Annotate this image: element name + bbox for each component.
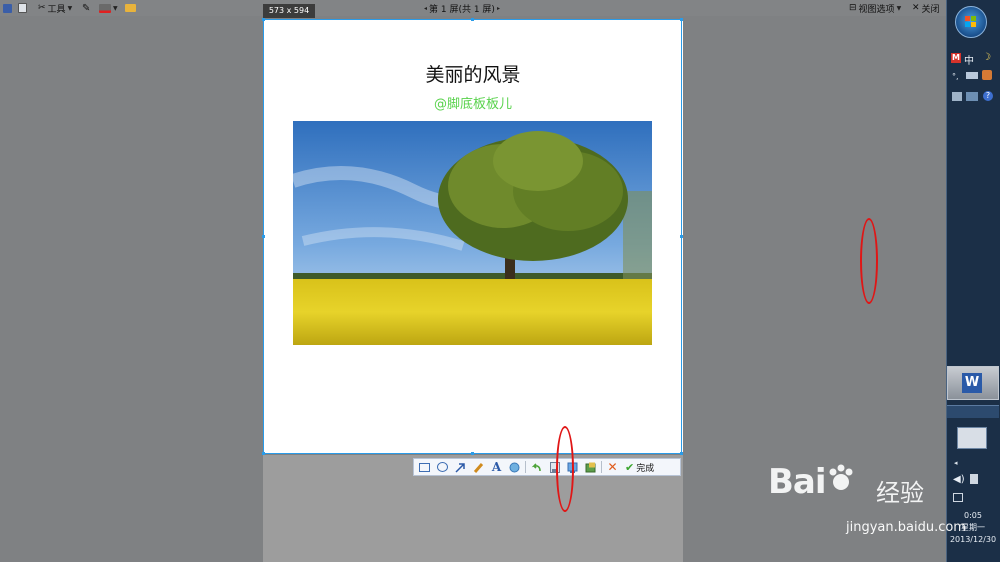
chevron-down-icon: ▼ <box>67 4 73 12</box>
toolbar-divider <box>525 461 526 473</box>
start-button[interactable] <box>955 6 987 38</box>
text-color-icon <box>99 3 111 13</box>
page-title: 美丽的风景 <box>425 64 521 86</box>
done-label: 完成 <box>636 463 655 474</box>
text-icon[interactable]: A <box>489 460 504 474</box>
tablet-input-icon[interactable] <box>957 427 987 449</box>
windows-logo-icon <box>965 16 976 27</box>
close-icon: ✕ <box>912 3 920 13</box>
network-icon[interactable] <box>953 493 963 502</box>
save-icon[interactable] <box>3 1 12 15</box>
keyboard-icon[interactable] <box>966 72 978 79</box>
view-options-menu[interactable]: ⊟ 视图选项 ▼ <box>849 1 901 15</box>
next-page-icon[interactable]: ▸ <box>497 5 500 12</box>
text-color-button[interactable]: ▼ <box>99 1 118 15</box>
skin-icon[interactable] <box>982 70 992 80</box>
device-icon[interactable] <box>970 474 978 484</box>
taskbar-word-button[interactable]: W <box>947 366 999 400</box>
picker-icon[interactable]: ✎ <box>82 1 90 15</box>
done-button[interactable]: ✔ 完成 <box>625 461 654 474</box>
undo-icon[interactable] <box>529 460 544 474</box>
cancel-icon[interactable]: ✕ <box>605 460 620 474</box>
arrow-icon[interactable] <box>453 460 468 474</box>
tools-icon: ✂ <box>38 3 46 13</box>
ime-logo-icon[interactable]: M <box>951 53 961 63</box>
toolbox-icon[interactable] <box>952 92 962 101</box>
paw-icon <box>826 462 856 502</box>
print-preview-icon[interactable] <box>18 1 27 15</box>
landscape-photo <box>293 121 652 345</box>
close-label: 关闭 <box>921 4 940 15</box>
chevron-down-icon: ▼ <box>113 4 118 12</box>
tools-label: 工具 <box>47 4 66 15</box>
rectangle-icon[interactable] <box>417 460 432 474</box>
pin-icon[interactable] <box>583 460 598 474</box>
highlight-ellipse <box>556 426 574 512</box>
watermark-jingyan: 经验 <box>876 479 924 507</box>
tray-expand-icon[interactable]: ◂ <box>954 459 958 467</box>
moon-icon[interactable]: ☽ <box>982 52 991 63</box>
help-icon[interactable]: ? <box>983 91 993 101</box>
view-options-label: 视图选项 <box>858 4 895 15</box>
close-button[interactable]: ✕ 关闭 <box>912 1 940 15</box>
tools-menu[interactable]: ✂ 工具 ▼ <box>38 1 72 15</box>
watermark-logo: Bai <box>768 462 856 502</box>
page-nav-label: 第 1 屏(共 1 屏) <box>429 4 495 15</box>
volume-icon[interactable]: ◀) <box>953 474 965 485</box>
punctuation-icon[interactable]: °, <box>952 72 959 81</box>
clock-date: 2013/12/30 <box>949 535 997 544</box>
toolbar-divider <box>601 461 602 473</box>
top-toolbar: ✂ 工具 ▼ ✎ ▼ ◂ 第 1 屏(共 1 屏) ▸ ⊟ 视图选项 ▼ ✕ 关… <box>0 0 946 16</box>
selection-size-label: 573 x 594 <box>263 4 315 18</box>
ellipse-icon[interactable] <box>435 460 450 474</box>
view-options-icon: ⊟ <box>849 3 857 13</box>
mosaic-icon[interactable] <box>507 460 522 474</box>
prev-page-icon[interactable]: ◂ <box>424 5 427 12</box>
checkmark-icon: ✔ <box>625 460 635 474</box>
watermark-url: jingyan.baidu.com <box>846 520 966 535</box>
author-label: @脚底板板儿 <box>433 97 512 112</box>
ime-tray: M 中 ☽ °, ? <box>948 38 998 108</box>
taskbar-scroll[interactable] <box>947 405 999 418</box>
highlight-ellipse <box>860 218 878 304</box>
folder-icon[interactable] <box>125 1 136 15</box>
softkeyboard-icon[interactable] <box>966 92 978 101</box>
annotation-toolbar: A ✕ ✔ 完成 <box>413 458 681 476</box>
brush-icon[interactable] <box>471 460 486 474</box>
ime-mode-label[interactable]: 中 <box>964 52 974 67</box>
chevron-down-icon: ▼ <box>896 4 902 12</box>
page-navigator[interactable]: ◂ 第 1 屏(共 1 屏) ▸ <box>424 1 500 15</box>
word-icon: W <box>962 373 982 393</box>
